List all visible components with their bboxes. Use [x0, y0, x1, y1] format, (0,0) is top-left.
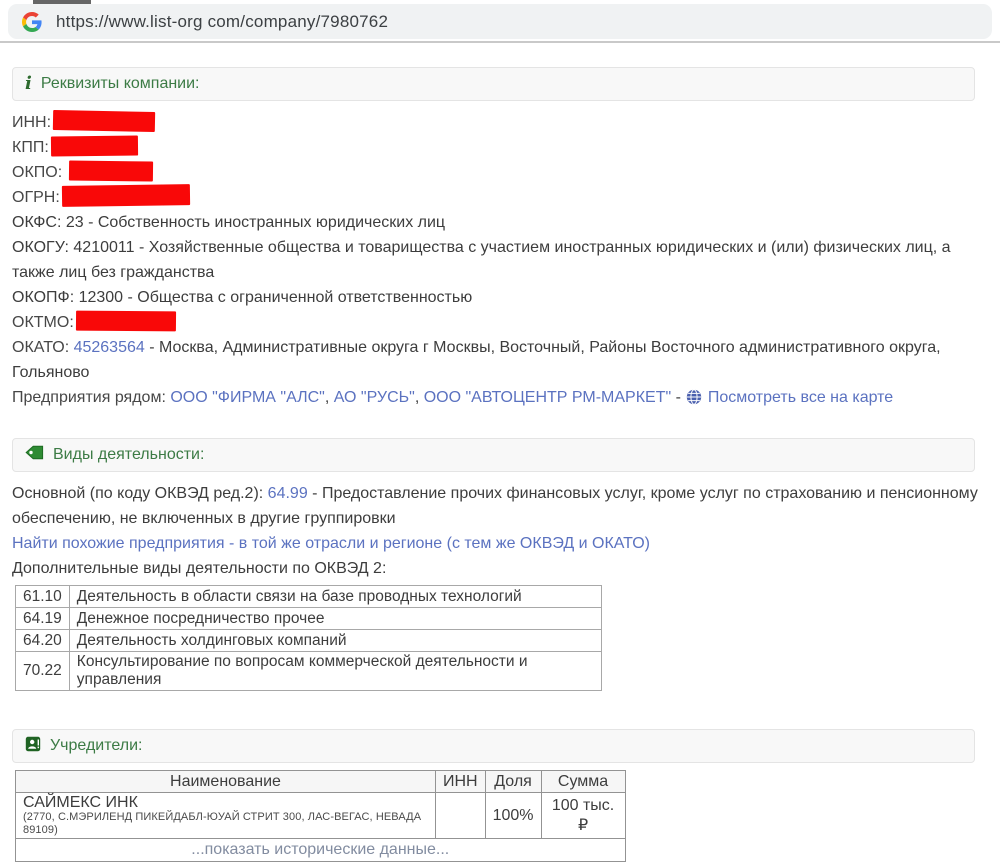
main-okved-prefix: Основной (по коду ОКВЭД ред.2): — [12, 485, 268, 502]
section-header-founders: Учредители: — [12, 729, 975, 763]
url-text: https://www.list-org com/company/7980762 — [56, 11, 389, 31]
oktmo-line: ОКТМО: — [12, 310, 988, 335]
kpp-line: КПП: — [12, 135, 988, 160]
okved-code: 61.10 — [15, 585, 70, 608]
okato-code-link[interactable]: 45263564 — [74, 339, 145, 356]
separator: , — [324, 389, 334, 406]
okved-code: 70.22 — [15, 651, 70, 691]
founder-address: (2770, С.МЭРИЛЕНД ПИКЕЙДАБЛ-ЮУАЙ СТРИТ 3… — [23, 811, 422, 836]
okved-code: 64.20 — [15, 629, 70, 652]
okato-line: ОКАТО: 45263564 - Москва, Административн… — [12, 335, 988, 385]
okpo-redaction-box — [68, 160, 153, 182]
google-favicon-icon — [22, 11, 42, 32]
requisites-block: ИНН: КПП: ОКПО: ОГРН: ОКФС: 23 - Собстве… — [12, 110, 988, 413]
nearby-company-link[interactable]: АО "РУСЬ" — [334, 389, 415, 406]
founder-inn-cell — [435, 792, 486, 839]
inn-redaction-box — [52, 110, 156, 132]
kpp-label: КПП: — [12, 139, 49, 156]
okved-name: Консультирование по вопросам коммерческо… — [68, 651, 602, 691]
founder-sum-cell: 100 тыс.₽ — [540, 792, 626, 839]
founder-share-cell: 100% — [484, 792, 542, 839]
okopf-line: ОКОПФ: 12300 - Общества с ограниченной о… — [12, 289, 473, 306]
address-bar[interactable]: https://www.list-org com/company/7980762 — [8, 4, 992, 39]
okved-row: 64.20 Деятельность холдинговых компаний — [15, 629, 602, 652]
okved-table: 61.10 Деятельность в области связи на ба… — [15, 585, 602, 691]
column-header-inn: ИНН — [435, 770, 486, 793]
column-header-sum: Сумма — [540, 770, 626, 793]
founders-header-row: Наименование ИНН Доля Сумма — [15, 770, 626, 793]
nearby-company-link[interactable]: ООО "АВТОЦЕНТР РМ-МАРКЕТ" — [424, 389, 671, 406]
history-row: ...показать исторические данные... — [15, 838, 626, 862]
section-title: Реквизиты компании: — [40, 75, 200, 92]
view-on-map-link[interactable]: Посмотреть все на карте — [708, 389, 893, 406]
similar-companies-link-line: Найти похожие предприятия - в той же отр… — [12, 531, 988, 556]
okved-name: Деятельность холдинговых компаний — [68, 629, 602, 652]
okfs-line: ОКФС: 23 - Собственность иностранных юри… — [12, 214, 446, 231]
okogu-line: ОКОГУ: 4210011 - Хозяйственные общества … — [12, 239, 956, 281]
tab-edge-decoration — [33, 0, 91, 4]
section-title: Учредители: — [50, 737, 143, 754]
separator: - — [671, 389, 686, 406]
separator: , — [414, 389, 424, 406]
nearby-line: Предприятия рядом: ООО "ФИРМА "АЛС", АО … — [12, 385, 988, 413]
founder-name: САЙМЕКС ИНК — [23, 794, 138, 811]
founder-name-cell: САЙМЕКС ИНК (2770, С.МЭРИЛЕНД ПИКЕЙДАБЛ-… — [15, 792, 436, 839]
main-okved-line: Основной (по коду ОКВЭД ред.2): 64.99 - … — [12, 481, 988, 531]
similar-companies-link[interactable]: Найти похожие предприятия - в той же отр… — [12, 535, 650, 552]
okved-name: Денежное посредничество прочее — [68, 607, 602, 630]
nearby-company-link[interactable]: ООО "ФИРМА "АЛС" — [170, 389, 325, 406]
info-icon: i — [25, 73, 32, 94]
page-content: i Реквизиты компании: ИНН: КПП: ОКПО: ОГ… — [0, 67, 1000, 862]
okved-row: 64.19 Денежное посредничество прочее — [15, 607, 602, 630]
inn-label: ИНН: — [12, 114, 52, 131]
section-title: Виды деятельности: — [53, 446, 205, 463]
okpo-label: ОКПО: — [12, 164, 67, 181]
okato-label: ОКАТО: — [12, 339, 74, 356]
founder-row: САЙМЕКС ИНК (2770, С.МЭРИЛЕНД ПИКЕЙДАБЛ-… — [15, 792, 626, 839]
kpp-redaction-box — [50, 135, 138, 157]
person-card-icon — [25, 736, 41, 757]
browser-toolbar: https://www.list-org com/company/7980762 — [0, 0, 1000, 43]
column-header-name: Наименование — [15, 770, 436, 793]
okpo-line: ОКПО: — [12, 160, 988, 185]
nearby-label: Предприятия рядом: — [12, 389, 171, 406]
globe-icon — [686, 388, 702, 413]
okved-name: Деятельность в области связи на базе про… — [68, 585, 602, 608]
oktmo-label: ОКТМО: — [12, 314, 74, 331]
section-header-activities: Виды деятельности: — [12, 438, 975, 472]
show-historical-data-link[interactable]: ...показать исторические данные... — [15, 838, 626, 862]
tag-icon — [25, 445, 44, 465]
okved-code: 64.19 — [15, 607, 70, 630]
founders-table: Наименование ИНН Доля Сумма САЙМЕКС ИНК … — [15, 770, 626, 862]
additional-okved-label: Дополнительные виды деятельности по ОКВЭ… — [12, 560, 387, 577]
main-okved-code-link[interactable]: 64.99 — [268, 485, 308, 502]
okato-text: - Москва, Административные округа г Моск… — [12, 339, 945, 381]
oktmo-redaction-box — [75, 310, 176, 332]
ogrn-line: ОГРН: — [12, 184, 988, 210]
inn-line: ИНН: — [12, 110, 988, 135]
okved-row: 61.10 Деятельность в области связи на ба… — [15, 585, 602, 608]
section-header-requisites: i Реквизиты компании: — [12, 67, 975, 101]
okved-row: 70.22 Консультирование по вопросам комме… — [15, 651, 602, 691]
ogrn-label: ОГРН: — [12, 189, 60, 206]
activities-block: Основной (по коду ОКВЭД ред.2): 64.99 - … — [12, 481, 988, 691]
column-header-share: Доля — [484, 770, 542, 793]
ogrn-redaction-box — [61, 184, 190, 207]
